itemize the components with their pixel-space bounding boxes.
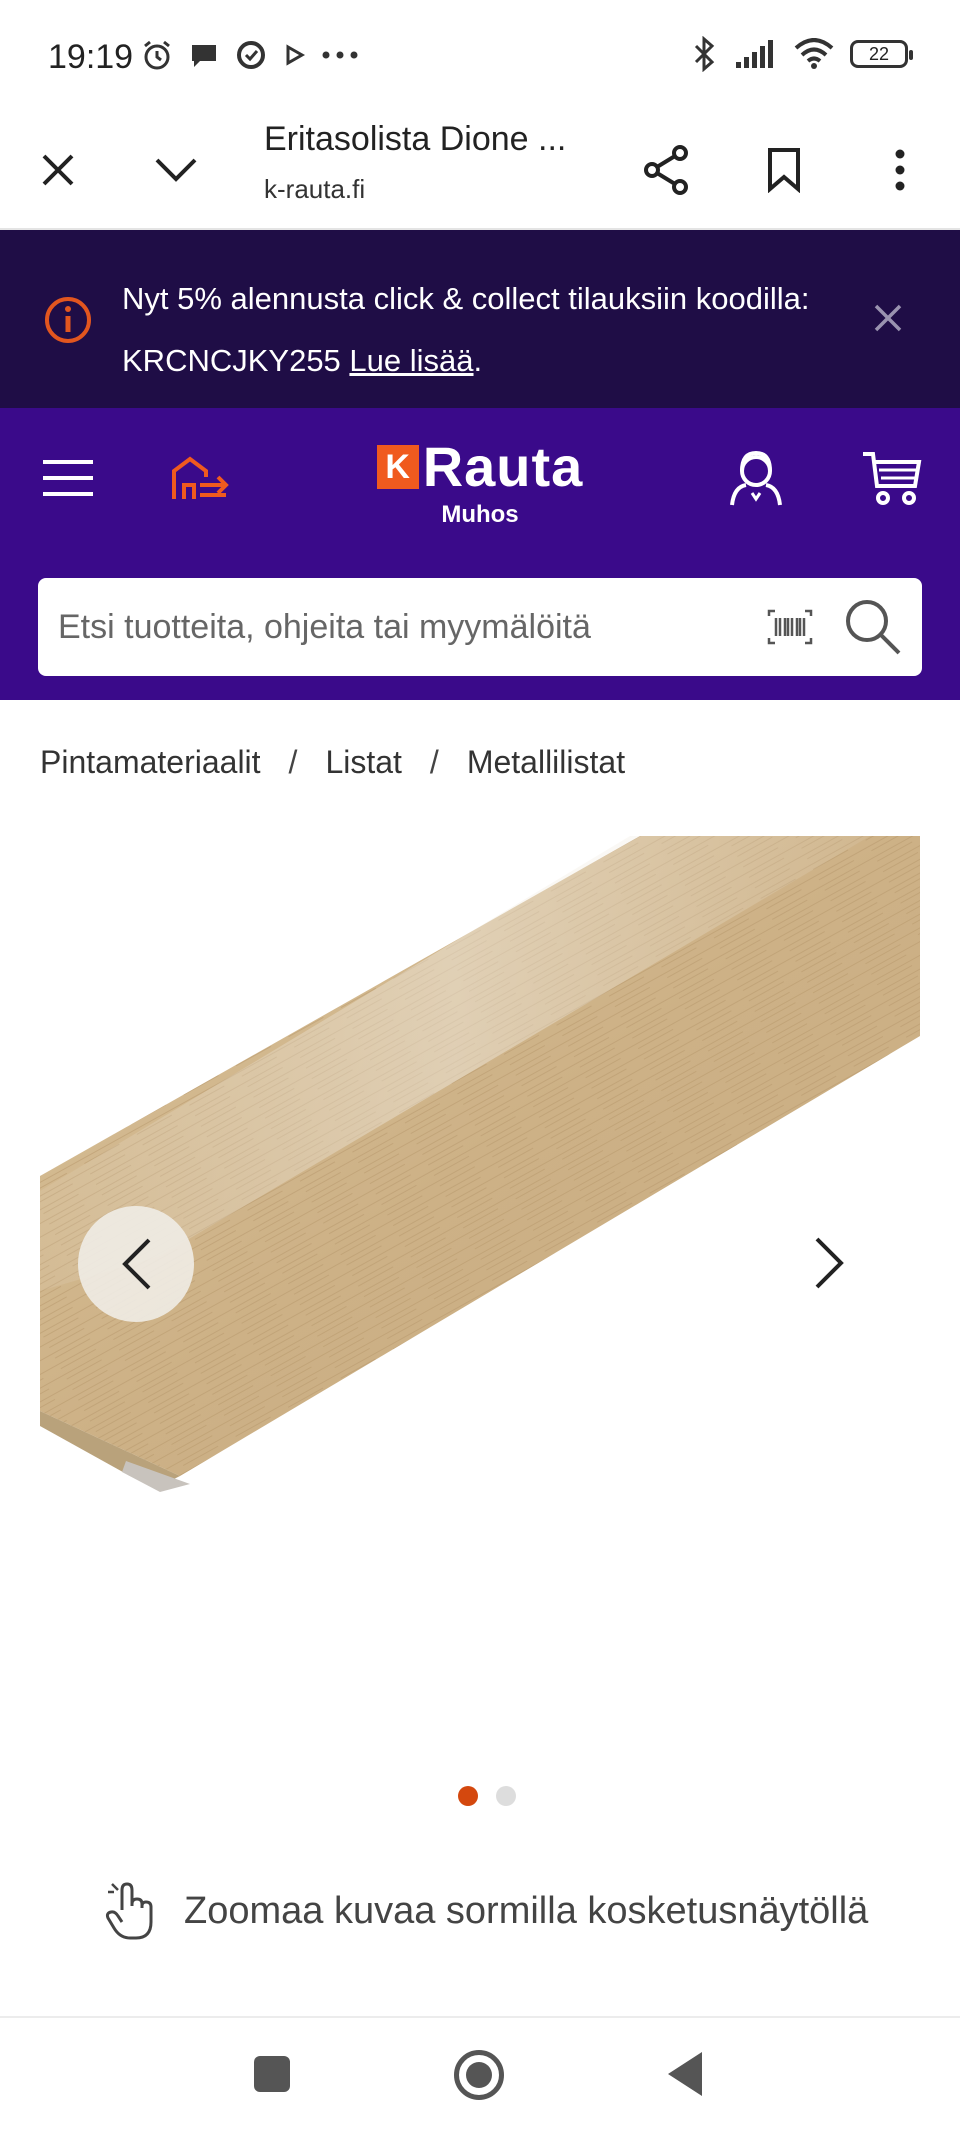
browser-toolbar: Eritasolista Dione ... k-rauta.fi xyxy=(0,112,960,230)
shopping-cart-icon xyxy=(863,452,922,505)
bookmark-icon xyxy=(768,148,800,193)
chevron-down-icon xyxy=(155,158,197,182)
sync-icon xyxy=(237,41,265,69)
product-image xyxy=(40,836,920,1492)
share-button[interactable] xyxy=(628,132,704,208)
store-switch-button[interactable] xyxy=(160,438,240,518)
promo-text: Nyt 5% alennusta click & collect tilauks… xyxy=(122,268,842,392)
customer-service-icon xyxy=(730,450,782,506)
cart-button[interactable] xyxy=(852,438,932,518)
promo-close-button[interactable] xyxy=(860,290,916,346)
status-time: 19:19 xyxy=(48,38,134,76)
read-more-link[interactable]: Lue lisää xyxy=(349,343,473,378)
alarm-icon xyxy=(144,40,170,70)
status-bar: 19:19 22 xyxy=(0,0,960,112)
system-navigation-bar xyxy=(0,2018,960,2133)
product-image-gallery[interactable] xyxy=(40,836,920,1576)
home-icon xyxy=(466,2062,492,2088)
store-switch-icon xyxy=(172,456,230,501)
bluetooth-icon xyxy=(694,36,715,72)
pinch-gesture-icon xyxy=(105,1882,153,1940)
gallery-next-button[interactable] xyxy=(790,1218,870,1308)
chat-icon xyxy=(192,45,216,67)
zoom-hint-text: Zoomaa kuvaa sormilla kosketusnäytöllä xyxy=(184,1889,869,1932)
promo-banner: Nyt 5% alennusta click & collect tilauks… xyxy=(0,230,960,408)
store-name: Muhos xyxy=(441,501,519,528)
home-button[interactable] xyxy=(454,2050,504,2100)
close-icon xyxy=(874,304,902,332)
pagination-dot[interactable] xyxy=(496,1786,516,1806)
chevron-right-icon xyxy=(815,1237,844,1289)
minimize-button[interactable] xyxy=(138,132,214,208)
share-icon xyxy=(644,145,688,195)
barcode-scan-button[interactable] xyxy=(766,608,814,646)
barcode-icon xyxy=(767,609,813,645)
gallery-pagination xyxy=(458,1786,516,1806)
search-button[interactable] xyxy=(840,594,906,660)
breadcrumb-item[interactable]: Metallilistat xyxy=(467,744,625,781)
gallery-prev-button[interactable] xyxy=(78,1206,194,1322)
signal-icon xyxy=(736,40,773,68)
zoom-hint: Zoomaa kuvaa sormilla kosketusnäytöllä xyxy=(104,1880,868,1942)
k-rauta-logo[interactable]: K Rauta Muhos xyxy=(370,434,590,534)
back-button[interactable] xyxy=(668,2052,702,2096)
logo-wordmark: Rauta xyxy=(422,435,584,498)
page-url: k-rauta.fi xyxy=(264,174,366,204)
search-icon xyxy=(846,600,901,655)
bookmark-button[interactable] xyxy=(746,132,822,208)
play-icon xyxy=(286,44,306,66)
more-options-button[interactable] xyxy=(862,132,938,208)
breadcrumb-item[interactable]: Pintamateriaalit xyxy=(40,744,261,781)
battery-icon: 22 xyxy=(850,40,913,68)
close-tab-button[interactable] xyxy=(20,132,96,208)
search-input[interactable] xyxy=(58,578,748,676)
more-vert-icon xyxy=(895,149,905,191)
logo-k-mark: K xyxy=(376,444,419,489)
pagination-dot-active[interactable] xyxy=(458,1786,478,1806)
recents-button[interactable] xyxy=(254,2056,290,2092)
info-icon xyxy=(45,297,91,343)
hamburger-menu-icon xyxy=(43,460,93,496)
chevron-left-icon xyxy=(122,1238,151,1290)
menu-button[interactable] xyxy=(28,438,108,518)
wifi-icon xyxy=(794,38,834,69)
site-header: K Rauta Muhos xyxy=(0,408,960,700)
promo-end: . xyxy=(473,343,483,378)
search-box xyxy=(38,578,922,676)
page-title: Eritasolista Dione ... xyxy=(264,120,567,158)
breadcrumb-separator: / xyxy=(429,744,439,780)
more-dots-icon xyxy=(322,51,358,59)
breadcrumb-separator: / xyxy=(288,744,298,780)
close-icon xyxy=(42,154,74,186)
breadcrumb-item[interactable]: Listat xyxy=(325,744,401,781)
account-button[interactable] xyxy=(716,438,796,518)
breadcrumb: Pintamateriaalit / Listat / Metallilista… xyxy=(40,744,625,781)
